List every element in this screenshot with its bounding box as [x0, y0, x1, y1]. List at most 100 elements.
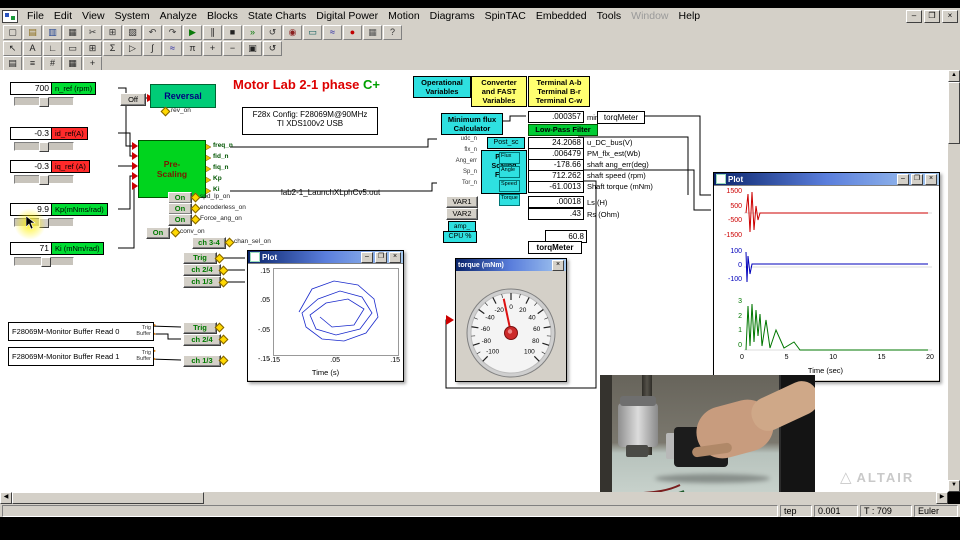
- maximize-icon[interactable]: ❐: [375, 252, 387, 263]
- ch13-button-top[interactable]: ch 1/3: [183, 276, 221, 288]
- target-config-block[interactable]: F28x Config: F28069M@90MHz TI XDS100v2 U…: [242, 107, 378, 135]
- maximize-icon[interactable]: ❐: [924, 10, 940, 23]
- minimize-icon[interactable]: –: [361, 252, 373, 263]
- close-icon[interactable]: ×: [552, 260, 564, 271]
- legend-terminals[interactable]: Terminal A-bTerminal B-rTerminal C-w: [528, 76, 590, 107]
- menu-item[interactable]: Blocks: [202, 9, 243, 23]
- toolbar-icon[interactable]: ⊞: [103, 25, 122, 40]
- toolbar-icon[interactable]: ⊞: [83, 41, 102, 56]
- toolbar-icon[interactable]: ▤: [23, 25, 42, 40]
- toolbar-icon[interactable]: ≡: [23, 56, 42, 71]
- toolbar-icon[interactable]: +: [203, 41, 222, 56]
- menu-item[interactable]: System: [110, 9, 155, 23]
- close-icon[interactable]: ×: [942, 10, 958, 23]
- menu-item[interactable]: State Charts: [243, 9, 311, 23]
- slider-track[interactable]: [14, 175, 74, 184]
- channel-select-button[interactable]: ch 3-4: [192, 237, 226, 249]
- toolbar-icon[interactable]: ▤: [3, 56, 22, 71]
- slider-track[interactable]: [14, 142, 74, 151]
- toolbar-icon[interactable]: ∫: [143, 41, 162, 56]
- torqmeter-button[interactable]: torqMeter: [528, 241, 582, 254]
- diagram-canvas[interactable]: 700n_ref (rpm) -0.3id_ref(A) -0.3iq_ref …: [0, 70, 948, 492]
- minimum-flux-calculator-block[interactable]: Minimum fluxCalculator: [441, 113, 503, 135]
- minimize-icon[interactable]: –: [906, 10, 922, 23]
- ch13-button-bottom[interactable]: ch 1/3: [183, 355, 221, 367]
- conv-on-button[interactable]: On: [146, 227, 170, 239]
- torqmeter-probe-block[interactable]: torqMeter: [597, 111, 645, 124]
- legend-converter-fast[interactable]: Converterand FASTVariables: [471, 76, 527, 107]
- menu-item[interactable]: SpinTAC: [480, 9, 531, 23]
- var2-button[interactable]: VAR2: [446, 208, 478, 220]
- scroll-down-icon[interactable]: ▼: [948, 480, 960, 492]
- force-ang-on-button[interactable]: On: [168, 214, 192, 226]
- menu-item[interactable]: Analyze: [155, 9, 202, 23]
- slider-track[interactable]: [14, 97, 74, 106]
- slider-thumb[interactable]: [39, 175, 49, 185]
- toolbar-icon[interactable]: ∥: [203, 25, 222, 40]
- menu-item[interactable]: Embedded: [531, 9, 592, 23]
- toolbar-icon[interactable]: #: [43, 56, 62, 71]
- toolbar-icon[interactable]: ▦: [63, 56, 82, 71]
- slider-thumb[interactable]: [39, 142, 49, 152]
- slider-thumb[interactable]: [39, 97, 49, 107]
- scope-plot-window[interactable]: Plot – ❐ × 1500500-500-1500 1000-100 321…: [713, 172, 940, 382]
- vertical-scroll-thumb[interactable]: [948, 82, 960, 144]
- toolbar-icon[interactable]: π: [183, 41, 202, 56]
- toolbar-icon[interactable]: ■: [223, 25, 242, 40]
- var1-button[interactable]: VAR1: [446, 196, 478, 208]
- toolbar-icon[interactable]: ↺: [263, 41, 282, 56]
- torque-gauge-window[interactable]: torque (mNm) × -100-80-60-40-20020406080…: [455, 258, 567, 382]
- toolbar-icon[interactable]: ▶: [183, 25, 202, 40]
- toolbar-icon[interactable]: ≈: [323, 25, 342, 40]
- trig-button-top[interactable]: Trig: [183, 252, 217, 264]
- toolbar-icon[interactable]: »: [243, 25, 262, 40]
- toolbar-icon[interactable]: ?: [383, 25, 402, 40]
- scroll-right-icon[interactable]: ▶: [936, 492, 948, 504]
- horizontal-scroll-thumb[interactable]: [12, 492, 204, 504]
- legend-operational-variables[interactable]: OperationalVariables: [413, 76, 471, 98]
- toolbar-icon[interactable]: ▷: [123, 41, 142, 56]
- horizontal-scrollbar[interactable]: ◀ ▶: [0, 492, 948, 504]
- cpu-percent-block[interactable]: CPU %: [443, 231, 477, 243]
- close-icon[interactable]: ×: [925, 174, 937, 185]
- toolbar-icon[interactable]: A: [23, 41, 42, 56]
- ch24-button-bottom[interactable]: ch 2/4: [183, 334, 221, 346]
- xy-plot-window[interactable]: Plot – ❐ × .15.05-.05-.15 -.15.05.15: [247, 250, 404, 382]
- menu-item[interactable]: Motion: [383, 9, 425, 23]
- menu-item[interactable]: File: [22, 9, 49, 23]
- close-icon[interactable]: ×: [389, 252, 401, 263]
- pre-scaling-block[interactable]: Pre- Scaling: [138, 140, 206, 198]
- slider-thumb[interactable]: [41, 257, 51, 267]
- toolbar-icon[interactable]: ✂: [83, 25, 102, 40]
- toolbar-icon[interactable]: Σ: [103, 41, 122, 56]
- low-pass-filter-block[interactable]: Low-Pass Filter: [528, 124, 598, 136]
- menu-item[interactable]: View: [77, 9, 110, 23]
- menu-item[interactable]: Diagrams: [425, 9, 480, 23]
- maximize-icon[interactable]: ❐: [911, 174, 923, 185]
- toolbar-icon[interactable]: ◉: [283, 25, 302, 40]
- menu-item[interactable]: Window: [626, 9, 673, 23]
- toolbar-icon[interactable]: ↺: [263, 25, 282, 40]
- toolbar-icon[interactable]: ▦: [63, 25, 82, 40]
- scroll-left-icon[interactable]: ◀: [0, 492, 12, 504]
- gauge-titlebar[interactable]: torque (mNm) ×: [456, 259, 566, 271]
- toolbar-icon[interactable]: ▦: [363, 25, 382, 40]
- menu-item[interactable]: Edit: [49, 9, 77, 23]
- menu-item[interactable]: Digital Power: [311, 9, 383, 23]
- ch24-button-top[interactable]: ch 2/4: [183, 264, 221, 276]
- monitor-buffer-read1-block[interactable]: F28069M-Monitor Buffer Read 1 Trig Buffe…: [8, 347, 154, 366]
- toolbar-icon[interactable]: ▭: [63, 41, 82, 56]
- vertical-scrollbar[interactable]: ▲ ▼: [948, 70, 960, 492]
- menu-item[interactable]: Help: [674, 9, 706, 23]
- toolbar-icon[interactable]: ∟: [43, 41, 62, 56]
- scroll-up-icon[interactable]: ▲: [948, 70, 960, 82]
- toolbar-icon[interactable]: ▥: [43, 25, 62, 40]
- post-sc-block[interactable]: Post_sc: [487, 137, 525, 149]
- monitor-buffer-read0-block[interactable]: F28069M-Monitor Buffer Read 0 Trig Buffe…: [8, 322, 154, 341]
- toolbar-icon[interactable]: ↷: [163, 25, 182, 40]
- toolbar-icon[interactable]: ▨: [123, 25, 142, 40]
- toolbar-icon[interactable]: −: [223, 41, 242, 56]
- toolbar-icon[interactable]: ▭: [303, 25, 322, 40]
- off-button[interactable]: Off: [120, 93, 146, 106]
- slider-track[interactable]: [14, 257, 74, 266]
